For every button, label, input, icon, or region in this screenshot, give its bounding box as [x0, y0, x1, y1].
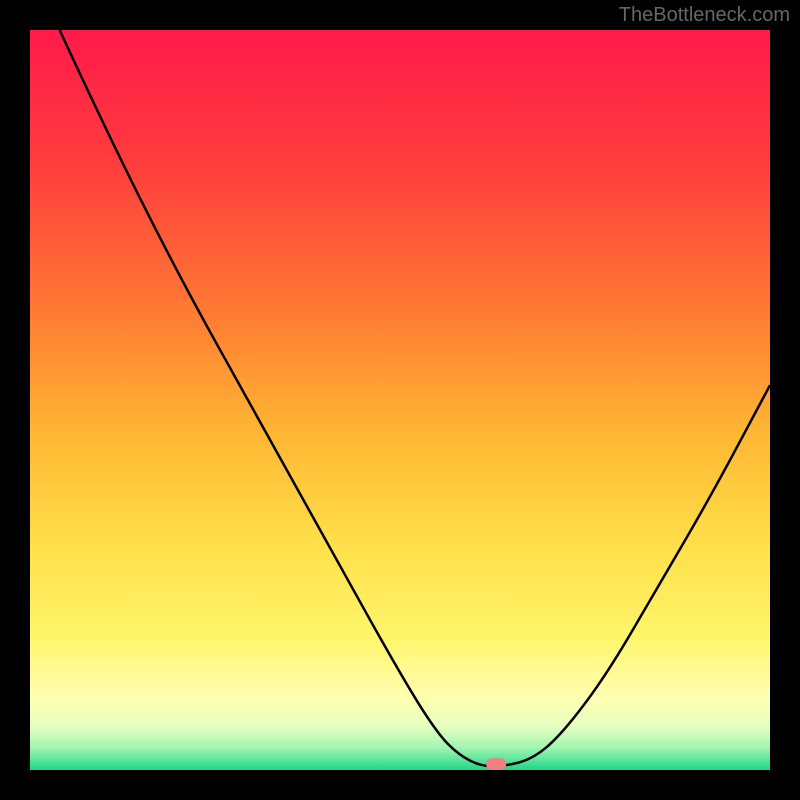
- watermark-text: TheBottleneck.com: [619, 4, 790, 27]
- current-point-marker: [486, 758, 506, 770]
- bottleneck-chart: [30, 30, 770, 770]
- chart-plot-area: [30, 30, 770, 770]
- gradient-background: [30, 30, 770, 770]
